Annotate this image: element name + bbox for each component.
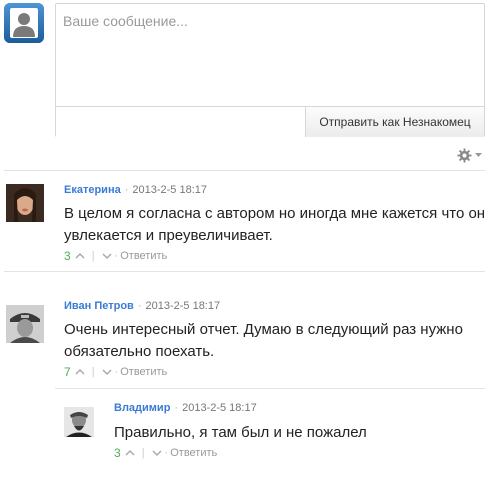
reply-link[interactable]: Ответить [120, 250, 167, 262]
divider: | [91, 250, 95, 262]
divider: | [141, 447, 145, 459]
compose-toolbar: Отправить как Незнакомец [56, 106, 484, 137]
comment-header: Иван Петров · 2013-2-5 18:17 [64, 300, 221, 312]
current-user-avatar [4, 3, 44, 43]
comment-actions: 7 | · Ответить [64, 365, 168, 379]
chevron-up-icon[interactable] [74, 366, 86, 378]
user-photo-icon [64, 407, 94, 437]
comment-header: Екатерина · 2013-2-5 18:17 [64, 184, 208, 196]
author-name[interactable]: Екатерина [64, 184, 121, 196]
comment-compose-box: Отправить как Незнакомец [55, 3, 485, 137]
send-as-guest-button[interactable]: Отправить как Незнакомец [305, 107, 484, 137]
chevron-down-icon[interactable] [101, 366, 113, 378]
comment-item: Екатерина · 2013-2-5 18:17 В целом я согла… [6, 184, 486, 264]
vote-count: 3 [114, 446, 121, 460]
comment-item: Иван Петров · 2013-2-5 18:17 Очень интерес… [6, 300, 486, 380]
author-name[interactable]: Иван Петров [64, 300, 134, 312]
author-name[interactable]: Владимир [114, 402, 170, 414]
avatar[interactable] [64, 407, 94, 437]
chevron-down-icon[interactable] [151, 447, 163, 459]
message-input[interactable] [56, 4, 484, 106]
reply-link[interactable]: Ответить [120, 366, 167, 378]
divider [4, 170, 485, 171]
comment-header: Владимир · 2013-2-5 18:17 [114, 402, 257, 414]
comment-text: Очень интересный отчет. Думаю в следующи… [64, 321, 463, 360]
avatar[interactable] [6, 184, 44, 222]
comment-reply-item: Владимир · 2013-2-5 18:17 Правильно, я там… [64, 402, 486, 468]
user-silhouette-icon [4, 3, 44, 43]
comment-date: 2013-2-5 18:17 [145, 300, 221, 312]
gear-icon [457, 147, 472, 163]
vote-count: 7 [64, 365, 71, 379]
chevron-up-icon[interactable] [74, 250, 86, 262]
comment-actions: 3 | · Ответить [64, 249, 168, 263]
reply-link[interactable]: Ответить [170, 447, 217, 459]
settings-menu[interactable] [457, 147, 487, 163]
divider [55, 388, 485, 389]
user-photo-icon [6, 305, 44, 343]
divider: | [91, 366, 95, 378]
chevron-up-icon[interactable] [124, 447, 136, 459]
chevron-down-icon[interactable] [101, 250, 113, 262]
comment-text: Правильно, я там был и не пожалел [114, 424, 367, 441]
user-photo-icon [6, 184, 44, 222]
comment-actions: 3 | · Ответить [114, 446, 218, 460]
comment-text: В целом я согласна с автором но иногда м… [64, 205, 486, 244]
caret-down-icon [475, 152, 482, 157]
avatar[interactable] [6, 305, 44, 343]
comment-date: 2013-2-5 18:17 [132, 184, 208, 196]
vote-count: 3 [64, 249, 71, 263]
divider [4, 271, 485, 272]
comment-date: 2013-2-5 18:17 [182, 402, 257, 414]
